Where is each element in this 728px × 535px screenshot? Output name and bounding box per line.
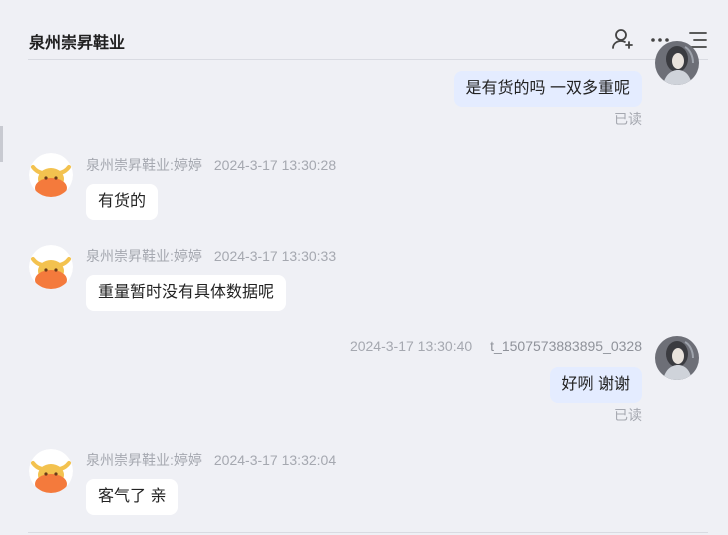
input-divider <box>28 532 708 533</box>
message-meta: 泉州崇昇鞋业:婷婷 2024-3-17 13:30:33 <box>86 246 336 266</box>
message-time: 2024-3-17 13:30:28 <box>213 157 337 173</box>
message-time: 2024-3-17 13:30:40 <box>349 338 473 354</box>
read-status: 已读 <box>614 407 642 423</box>
add-contact-icon[interactable] <box>610 27 634 51</box>
chat-title: 泉州崇昇鞋业 <box>29 35 126 52</box>
message-bubble: 是有货的吗 一双多重呢 <box>453 71 642 107</box>
user-avatar <box>655 41 699 85</box>
read-status: 已读 <box>614 111 642 127</box>
shop-avatar <box>29 245 73 289</box>
message-bubble: 有货的 <box>86 184 159 220</box>
shop-avatar <box>29 153 73 197</box>
message-bubble: 好咧 谢谢 <box>549 367 642 403</box>
message-time: 2024-3-17 13:32:04 <box>213 452 337 468</box>
chat-header: 泉州崇昇鞋业 <box>28 0 708 60</box>
sender-name: 泉州崇昇鞋业:婷婷 <box>86 248 202 264</box>
collapse-handle[interactable] <box>0 126 3 162</box>
sender-name: 泉州崇昇鞋业:婷婷 <box>86 452 202 468</box>
user-avatar <box>655 336 699 380</box>
sender-name: t_1507573883895_0328 <box>490 338 642 354</box>
message-meta: 泉州崇昇鞋业:婷婷 2024-3-17 13:32:04 <box>86 450 336 470</box>
sender-name: 泉州崇昇鞋业:婷婷 <box>86 157 202 173</box>
message-bubble: 重量暂时没有具体数据呢 <box>86 275 287 311</box>
message-bubble: 客气了 亲 <box>86 479 179 515</box>
message-time: 2024-3-17 13:30:33 <box>213 248 337 264</box>
shop-avatar <box>29 449 73 493</box>
message-meta: 泉州崇昇鞋业:婷婷 2024-3-17 13:30:28 <box>86 155 336 175</box>
message-meta: 2024-3-17 13:30:40 t_1507573883895_0328 <box>350 338 642 354</box>
